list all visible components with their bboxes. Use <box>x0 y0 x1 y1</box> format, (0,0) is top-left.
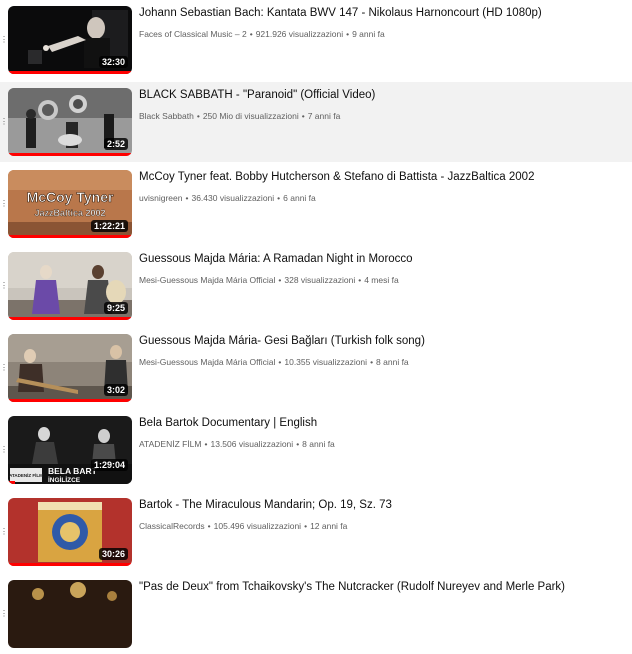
separator: • <box>249 29 253 39</box>
video-item[interactable]: ⋮ 9:25 Guessous Majda Mária: A Ramadan N… <box>0 246 632 326</box>
video-title[interactable]: Johann Sebastian Bach: Kantata BWV 147 -… <box>139 6 627 21</box>
video-metadata: ClassicalRecords • 105.496 visualizzazioni… <box>139 520 347 532</box>
view-count: 328 visualizzazioni <box>284 275 356 285</box>
drag-handle[interactable]: ⋮ <box>0 364 8 372</box>
video-metadata: Faces of Classical Music – 2 • 921.926 vis… <box>139 28 385 40</box>
video-duration: 2:52 <box>103 138 128 150</box>
video-duration: 1:29:04 <box>90 459 128 471</box>
video-item[interactable]: ⋮ McCoy Tyner JazzBaltica 2002 1:22:21 M… <box>0 164 632 244</box>
separator: • <box>301 111 305 121</box>
view-count: 13.506 visualizzazioni <box>210 439 294 449</box>
drag-handle[interactable]: ⋮ <box>0 118 8 126</box>
video-thumbnail[interactable]: 30:26 <box>8 498 132 566</box>
separator: • <box>196 111 200 121</box>
view-count: 36.430 visualizzazioni <box>191 193 275 203</box>
drag-handle[interactable]: ⋮ <box>0 282 8 290</box>
drag-handle[interactable]: ⋮ <box>0 446 8 454</box>
watch-progress-bar <box>8 71 132 74</box>
video-title[interactable]: Guessous Majda Mária: A Ramadan Night in… <box>139 252 627 267</box>
watch-progress-bar <box>8 481 16 484</box>
video-thumbnail[interactable]: McCoy Tyner JazzBaltica 2002 1:22:21 <box>8 170 132 238</box>
channel-name[interactable]: Faces of Classical Music – 2 <box>139 29 247 39</box>
video-metadata: Mesi-Guessous Majda Mária Official • 10.35… <box>139 356 409 368</box>
separator: • <box>358 275 362 285</box>
upload-age: 8 anni fa <box>376 357 409 367</box>
upload-age: 4 mesi fa <box>364 275 399 285</box>
video-item[interactable]: ⋮ 3:02 Guessous Majda Mária- Gesi Bağlar… <box>0 328 632 408</box>
separator: • <box>278 275 282 285</box>
thumbnail-image: ATADENİZ FİLM BELA BART İNGİLİZCE <box>8 416 132 484</box>
video-metadata: ATADENİZ FİLM • 13.506 visualizzazioni • 8 a… <box>139 438 335 450</box>
drag-handle[interactable]: ⋮ <box>0 610 8 618</box>
video-item[interactable]: ⋮ 2:52 BLACK SABBATH - "Paranoid" (Offic… <box>0 82 632 162</box>
view-count: 921.926 visualizzazioni <box>255 29 344 39</box>
separator: • <box>304 521 308 531</box>
video-metadata: Mesi-Guessous Majda Mária Official • 328 v… <box>139 274 399 286</box>
video-duration: 3:02 <box>103 384 128 396</box>
thumbnail-channel-logo: ATADENİZ FİLM <box>9 472 43 478</box>
upload-age: 6 anni fa <box>283 193 316 203</box>
separator: • <box>346 29 350 39</box>
video-duration: 32:30 <box>98 56 128 68</box>
watch-progress-bar <box>8 235 132 238</box>
watch-progress-bar <box>8 563 132 566</box>
upload-age: 9 anni fa <box>352 29 385 39</box>
video-title[interactable]: Guessous Majda Mária- Gesi Bağları (Turk… <box>139 334 627 349</box>
video-item[interactable]: ⋮ 30:26 Bartok - The Miraculous Mandarin… <box>0 492 632 572</box>
video-thumbnail[interactable]: 3:02 <box>8 334 132 402</box>
video-duration: 30:26 <box>98 548 128 560</box>
thumbnail-overlay-subtitle: İNGİLİZCE <box>48 476 81 484</box>
drag-handle[interactable]: ⋮ <box>0 528 8 536</box>
video-thumbnail[interactable]: 32:30 <box>8 6 132 74</box>
video-thumbnail[interactable]: 9:25 <box>8 252 132 320</box>
separator: • <box>207 521 211 531</box>
channel-name[interactable]: Mesi-Guessous Majda Mária Official <box>139 275 275 285</box>
thumbnail-overlay-subtitle: JazzBaltica 2002 <box>34 208 105 218</box>
view-count: 10.355 visualizzazioni <box>284 357 368 367</box>
channel-name[interactable]: ClassicalRecords <box>139 521 205 531</box>
video-metadata: Black Sabbath • 250 Mio di visualizzazioni… <box>139 110 340 122</box>
watch-progress-bar <box>8 317 132 320</box>
view-count: 250 Mio di visualizzazioni <box>202 111 299 121</box>
video-title[interactable]: McCoy Tyner feat. Bobby Hutcherson & Ste… <box>139 170 627 185</box>
channel-name[interactable]: uvisnigreen <box>139 193 182 203</box>
channel-name[interactable]: Black Sabbath <box>139 111 194 121</box>
separator: • <box>277 193 281 203</box>
drag-handle[interactable]: ⋮ <box>0 36 8 44</box>
thumbnail-overlay-title: McCoy Tyner <box>27 189 114 205</box>
video-title[interactable]: Bela Bartok Documentary | English <box>139 416 627 431</box>
view-count: 105.496 visualizzazioni <box>213 521 302 531</box>
video-item[interactable]: ⋮ ATADENİZ FİLM BELA BART İNGİLİZCE 1:29… <box>0 410 632 490</box>
video-item[interactable]: ⋮ "Pas de Deux" from Tchaikovsky's The N… <box>0 574 632 654</box>
video-duration: 9:25 <box>103 302 128 314</box>
upload-age: 12 anni fa <box>310 521 348 531</box>
separator: • <box>370 357 374 367</box>
channel-name[interactable]: Mesi-Guessous Majda Mária Official <box>139 357 275 367</box>
watch-progress-bar <box>8 153 132 156</box>
drag-handle[interactable]: ⋮ <box>0 200 8 208</box>
watch-progress-bar <box>8 399 132 402</box>
thumbnail-image <box>8 580 132 648</box>
separator: • <box>278 357 282 367</box>
upload-age: 7 anni fa <box>307 111 341 121</box>
video-thumbnail[interactable]: 2:52 <box>8 88 132 156</box>
video-title[interactable]: Bartok - The Miraculous Mandarin; Op. 19… <box>139 498 627 513</box>
channel-name[interactable]: ATADENİZ FİLM <box>139 439 202 449</box>
video-thumbnail[interactable]: ATADENİZ FİLM BELA BART İNGİLİZCE 1:29:0… <box>8 416 132 484</box>
video-item[interactable]: ⋮ 32:30 Johann Sebastian Bach: Kantata B… <box>0 0 632 80</box>
separator: • <box>296 439 300 449</box>
video-title[interactable]: "Pas de Deux" from Tchaikovsky's The Nut… <box>139 580 627 595</box>
upload-age: 8 anni fa <box>302 439 335 449</box>
video-duration: 1:22:21 <box>90 220 128 232</box>
video-thumbnail[interactable] <box>8 580 132 648</box>
video-title[interactable]: BLACK SABBATH - "Paranoid" (Official Vid… <box>139 88 627 103</box>
video-metadata: uvisnigreen • 36.430 visualizzazioni • 6 ann… <box>139 192 316 204</box>
